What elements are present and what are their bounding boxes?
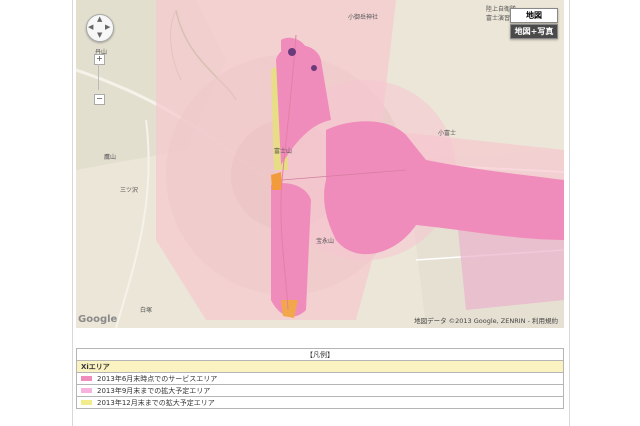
- map-copyright[interactable]: 地図データ ©2013 Google, ZENRIN - 利用規約: [414, 315, 558, 325]
- map-type-satellite-button[interactable]: 地図+写真: [510, 24, 558, 39]
- legend-section-header: Xiエリア: [76, 360, 564, 373]
- legend-table: 【凡例】 Xiエリア 2013年6月末時点でのサービスエリア 2013年9月末ま…: [76, 348, 564, 409]
- map-type-map-button[interactable]: 地図: [510, 8, 558, 23]
- legend-title: 【凡例】: [76, 348, 564, 361]
- pan-down-icon[interactable]: ▼: [97, 32, 102, 39]
- legend-item-label: 2013年6月末時点でのサービスエリア: [97, 374, 218, 383]
- map-label: 小御岳神社: [348, 14, 379, 21]
- pan-up-icon[interactable]: ▲: [97, 16, 102, 23]
- legend-item-label: 2013年12月末までの拡大予定エリア: [97, 398, 215, 407]
- map-canvas[interactable]: [76, 0, 564, 328]
- legend-item: 2013年6月末時点でのサービスエリア: [76, 372, 564, 385]
- map-label: 宝永山: [316, 238, 335, 245]
- map-label: 鷹山: [104, 154, 117, 161]
- pan-control[interactable]: ▲ ▼ ◀ ▶: [86, 14, 114, 42]
- pan-left-icon[interactable]: ◀: [88, 24, 93, 31]
- map-label: 白塚: [140, 307, 153, 314]
- zoom-slider[interactable]: [98, 64, 99, 90]
- map-label: 富士山: [274, 148, 293, 155]
- map-label: 三ツ沢: [120, 187, 139, 194]
- legend-item-label: 2013年9月末までの拡大予定エリア: [97, 386, 211, 395]
- pan-right-icon[interactable]: ▶: [105, 24, 110, 31]
- map-label: 小富士: [438, 130, 457, 137]
- legend-item: 2013年12月末までの拡大予定エリア: [76, 396, 564, 409]
- zoom-out-button[interactable]: −: [94, 94, 105, 105]
- google-logo: Google: [78, 314, 118, 325]
- coverage-map[interactable]: 丹山 小御岳神社 陸上自衛隊 富士演習 小富士 富士山 宝永山 三ツ沢 鷹山 白…: [76, 0, 564, 328]
- legend-swatch: [81, 400, 92, 405]
- legend-swatch: [81, 388, 92, 393]
- legend-item: 2013年9月末までの拡大予定エリア: [76, 384, 564, 397]
- zoom-in-button[interactable]: +: [94, 54, 105, 65]
- legend-swatch: [81, 376, 92, 381]
